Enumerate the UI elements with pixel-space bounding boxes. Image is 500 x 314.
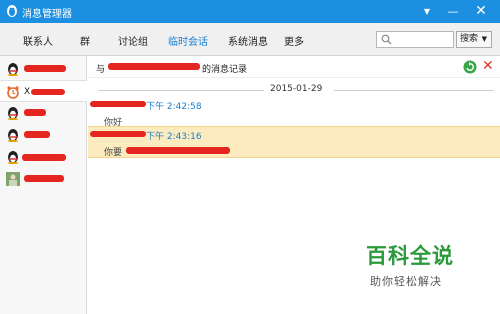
contact-item[interactable] — [0, 102, 87, 124]
history-header: 与 的消息记录 ✕ — [88, 56, 500, 78]
redaction-mark — [31, 89, 65, 95]
contact-item[interactable] — [0, 146, 87, 168]
contact-item[interactable] — [0, 58, 87, 80]
dropdown-menu-button[interactable]: ▼ — [414, 0, 440, 23]
penguin-icon — [8, 129, 18, 142]
redaction-mark — [24, 65, 66, 72]
date-separator: 2015-01-29 — [98, 84, 494, 96]
contact-item[interactable] — [0, 124, 87, 146]
redaction-mark — [126, 147, 230, 154]
tab-contacts[interactable]: 联系人 — [23, 33, 53, 48]
search-button-label: 搜索 — [460, 34, 479, 44]
contact-name: X — [24, 87, 31, 97]
watermark-title: 百科全说 — [366, 244, 454, 268]
refresh-icon[interactable] — [463, 60, 477, 74]
message-time: 下午 2:42:58 — [146, 102, 202, 112]
tab-system-messages[interactable]: 系统消息 — [228, 33, 268, 48]
window-title: 消息管理器 — [22, 9, 72, 20]
penguin-icon — [7, 5, 17, 17]
divider — [98, 90, 264, 91]
redaction-mark — [24, 109, 46, 116]
title-bar: 消息管理器 ▼ — ✕ — [0, 0, 500, 23]
chevron-down-icon: ▼ — [481, 35, 487, 43]
contact-list: X — [0, 56, 87, 314]
redaction-mark — [24, 175, 64, 182]
watermark-subtitle: 助你轻松解决 — [370, 275, 442, 288]
message-text: 你要 — [104, 148, 123, 158]
redaction-mark — [22, 154, 66, 161]
penguin-icon — [8, 63, 18, 76]
penguin-icon — [8, 151, 18, 164]
redaction-mark — [90, 131, 146, 137]
redaction-mark — [90, 101, 146, 107]
search-icon — [381, 34, 392, 45]
alarm-icon — [7, 86, 19, 99]
penguin-icon — [8, 107, 18, 120]
tab-temporary-chats[interactable]: 临时会话 — [168, 33, 208, 48]
redaction-mark — [24, 131, 50, 138]
history-header-suffix: 的消息记录 — [202, 65, 248, 75]
close-button[interactable]: ✕ — [468, 0, 494, 23]
message-time: 下午 2:43:16 — [146, 132, 202, 142]
contact-item[interactable] — [0, 168, 87, 190]
contact-item-selected[interactable]: X — [0, 80, 87, 102]
search-button[interactable]: 搜索 ▼ — [456, 31, 492, 48]
divider — [334, 90, 494, 91]
history-header-prefix: 与 — [96, 65, 106, 75]
redaction-mark — [108, 63, 200, 70]
tab-more[interactable]: 更多 — [284, 33, 304, 48]
delete-icon[interactable]: ✕ — [482, 58, 494, 74]
watermark: 百科全说 助你轻松解决 — [366, 240, 496, 289]
search-input[interactable] — [376, 31, 454, 48]
minimize-button[interactable]: — — [440, 0, 466, 23]
tab-groups[interactable]: 群 — [80, 33, 90, 48]
photo-avatar-icon — [6, 172, 20, 186]
tab-discussion-groups[interactable]: 讨论组 — [118, 33, 148, 48]
date-label: 2015-01-29 — [270, 84, 323, 94]
